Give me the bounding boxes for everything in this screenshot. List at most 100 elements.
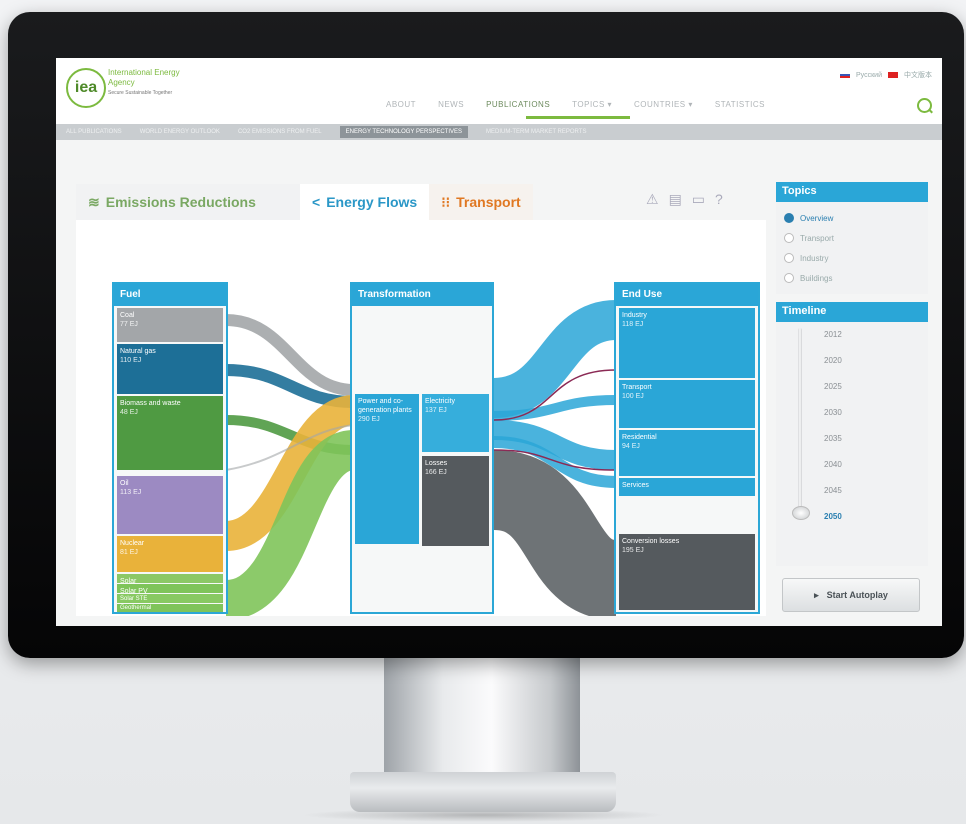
year-2050[interactable]: 2050 (824, 512, 842, 521)
topics-title: Topics (776, 182, 928, 202)
tab-emissions-reductions[interactable]: ≋ Emissions Reductions (76, 184, 300, 220)
fuel-coal[interactable]: Coal 77 EJ (117, 308, 223, 342)
start-autoplay-button[interactable]: ▸ Start Autoplay (782, 578, 920, 612)
sankey-diagram: Fuel Coal 77 EJ Natural gas 110 EJ Biomass… (76, 220, 766, 616)
losses-label: Losses (425, 460, 448, 467)
lang-russian[interactable]: Русский (856, 72, 882, 79)
main-nav: ABOUT NEWS PUBLICATIONS TOPICS ▾ COUNTRI… (386, 100, 765, 109)
folder-icon[interactable]: ▤ (669, 191, 682, 208)
timeline-knob[interactable] (792, 506, 810, 520)
timeline-slider[interactable]: 2012 2020 2025 2030 2035 2040 2045 2050 (776, 322, 928, 566)
enduse-conversion-losses[interactable]: Conversion losses 195 EJ (619, 534, 755, 610)
transform-electricity[interactable]: Electricity 137 EJ (422, 394, 489, 452)
electricity-value: 137 EJ (425, 407, 447, 414)
nav-about[interactable]: ABOUT (386, 100, 416, 109)
nav-publications[interactable]: PUBLICATIONS (486, 100, 550, 109)
topic-transport-label: Transport (800, 233, 834, 243)
monitor-base (350, 772, 616, 812)
topic-overview-label: Overview (800, 213, 834, 223)
org-name: International Energy Agency (108, 68, 180, 87)
conversion-losses-label: Conversion losses (622, 538, 680, 545)
topic-transport[interactable]: Transport (784, 228, 920, 248)
china-flag-icon (888, 72, 898, 78)
subnav-mtmr[interactable]: MEDIUM-TERM MARKET REPORTS (486, 129, 586, 135)
fuel-oil[interactable]: Oil 113 EJ (117, 476, 223, 534)
topic-buildings[interactable]: Buildings (784, 268, 920, 288)
fuel-coal-value: 77 EJ (120, 321, 138, 328)
fuel-gas-label: Natural gas (120, 348, 156, 355)
search-icon[interactable] (917, 98, 932, 113)
fuel-oil-label: Oil (120, 480, 129, 487)
nav-topics[interactable]: TOPICS ▾ (572, 100, 612, 109)
subnav-weo[interactable]: WORLD ENERGY OUTLOOK (140, 129, 220, 135)
emissions-icon: ≋ (88, 193, 100, 210)
year-2030[interactable]: 2030 (824, 408, 842, 417)
russian-flag-icon (840, 72, 851, 78)
monitor-bezel: iea International Energy Agency Secure S… (8, 12, 964, 658)
nav-countries[interactable]: COUNTRIES ▾ (634, 100, 693, 109)
fuel-natural-gas[interactable]: Natural gas 110 EJ (117, 344, 223, 394)
tagline: Secure Sustainable Together (108, 90, 173, 96)
radio-icon (784, 233, 794, 243)
fuel-biomass[interactable]: Biomass and waste 48 EJ (117, 396, 223, 470)
fuel-solar-ste-label: Solar STE (120, 596, 148, 602)
enduse-title: End Use (616, 284, 758, 306)
lang-chinese[interactable]: 中文版本 (904, 70, 932, 80)
fuel-solar[interactable]: Solar (117, 574, 223, 585)
year-2025[interactable]: 2025 (824, 382, 842, 391)
help-icon[interactable]: ? (715, 191, 723, 208)
transformation-title: Transformation (352, 284, 492, 306)
sub-nav: ALL PUBLICATIONS WORLD ENERGY OUTLOOK CO… (56, 124, 942, 140)
fuel-biomass-label: Biomass and waste (120, 400, 181, 407)
topic-industry[interactable]: Industry (784, 248, 920, 268)
nav-statistics[interactable]: STATISTICS (715, 100, 765, 109)
electricity-label: Electricity (425, 398, 455, 405)
enduse-services[interactable]: Services (619, 478, 755, 496)
subnav-all-publications[interactable]: ALL PUBLICATIONS (66, 129, 122, 135)
services-label: Services (622, 482, 649, 489)
share-icon[interactable]: ⚠ (646, 191, 659, 208)
fuel-solar-pv[interactable]: Solar PV (117, 584, 223, 595)
fuel-nuclear[interactable]: Nuclear 81 EJ (117, 536, 223, 572)
tab-energy-flows[interactable]: < Energy Flows (300, 184, 430, 220)
year-2020[interactable]: 2020 (824, 356, 842, 365)
nav-news[interactable]: NEWS (438, 100, 464, 109)
enduse-residential[interactable]: Residential 94 EJ (619, 430, 755, 476)
play-icon: ▸ (814, 589, 819, 600)
tab-transport[interactable]: ⁝⁝ Transport (429, 184, 533, 220)
timeline-track[interactable] (798, 328, 802, 518)
flow-losses[interactable] (490, 450, 620, 616)
share-flow-icon: < (312, 194, 321, 210)
language-switch: Русский 中文版本 (840, 70, 932, 80)
fuel-gas-value: 110 EJ (120, 357, 142, 364)
industry-value: 118 EJ (622, 321, 644, 328)
tab-transport-label: Transport (456, 194, 521, 210)
fuel-solar-ste[interactable]: Solar STE (117, 594, 223, 603)
topic-industry-label: Industry (800, 253, 829, 263)
radio-icon (784, 253, 794, 263)
enduse-industry[interactable]: Industry 118 EJ (619, 308, 755, 378)
year-2040[interactable]: 2040 (824, 460, 842, 469)
year-2045[interactable]: 2045 (824, 486, 842, 495)
transform-power-plants[interactable]: Power and co-generation plants 290 EJ (355, 394, 419, 544)
radio-icon (784, 273, 794, 283)
fuel-biomass-value: 48 EJ (120, 409, 138, 416)
fuel-geothermal[interactable]: Geothermal (117, 604, 223, 612)
enduse-transport[interactable]: Transport 100 EJ (619, 380, 755, 428)
site-header: iea International Energy Agency Secure S… (56, 58, 942, 128)
fuel-geothermal-label: Geothermal (120, 605, 152, 611)
toolbar: ⚠ ▤ ▭ ? (646, 191, 723, 208)
iea-logo[interactable]: iea (66, 68, 106, 108)
year-2035[interactable]: 2035 (824, 434, 842, 443)
subnav-etp[interactable]: ENERGY TECHNOLOGY PERSPECTIVES (339, 126, 468, 138)
transform-losses[interactable]: Losses 166 EJ (422, 456, 489, 546)
flow-elec-industry[interactable] (492, 300, 618, 418)
transport-value: 100 EJ (622, 393, 644, 400)
subnav-co2[interactable]: CO2 EMISSIONS FROM FUEL (238, 129, 322, 135)
tab-emissions-label: Emissions Reductions (105, 194, 256, 210)
topic-overview[interactable]: Overview (784, 208, 920, 228)
industry-label: Industry (622, 312, 647, 319)
chat-icon[interactable]: ▭ (692, 191, 705, 208)
view-tabs: ≋ Emissions Reductions < Energy Flows ⁝⁝… (76, 184, 533, 220)
year-2012[interactable]: 2012 (824, 330, 842, 339)
